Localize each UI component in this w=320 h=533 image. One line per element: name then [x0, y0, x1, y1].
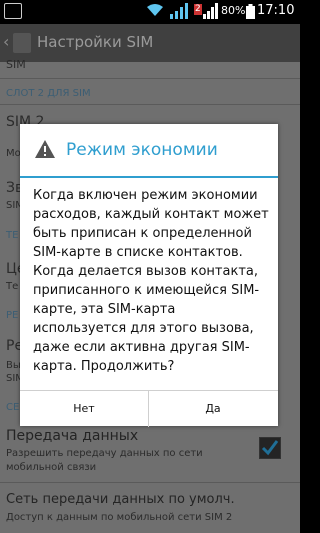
back-arrow-icon[interactable]: ‹ [3, 32, 9, 51]
signal-sim2-icon [203, 3, 218, 19]
dialog-title: Режим экономии [66, 140, 218, 160]
data-transfer-subtitle: Разрешить передачу данных по сети [6, 448, 203, 459]
dialog-buttons: Нет Да [20, 390, 278, 427]
default-data-network-subtitle: Доступ к данным по мобильной сети SIM 2 [6, 512, 233, 523]
item-re-subtitle: Вы [6, 360, 21, 371]
partial-item-sub: SIM [6, 58, 26, 71]
item-ce-subtitle: Те [6, 281, 19, 292]
sim2-indicator: 2 [194, 4, 202, 15]
divider [0, 482, 300, 483]
section-header-sim2: СЛОТ 2 ДЛЯ SIM [6, 88, 91, 99]
data-transfer-title[interactable]: Передача данных [6, 428, 138, 444]
notification-icon [4, 3, 22, 19]
clock: 17:10 [257, 3, 295, 18]
section-header-re: РЕ [6, 310, 19, 321]
status-bar: 2 80% 17:10 [0, 0, 300, 24]
battery-percent: 80% [221, 4, 246, 17]
page-title: Настройки SIM [37, 33, 154, 51]
section-header-te: ТЕ [6, 230, 19, 241]
default-data-network-title[interactable]: Сеть передачи данных по умолч. [6, 492, 235, 507]
economy-mode-dialog: Режим экономии Когда включен режим эконо… [20, 124, 278, 427]
warning-icon [35, 140, 55, 158]
dialog-title-divider [20, 176, 278, 178]
no-button[interactable]: Нет [20, 391, 149, 427]
sim-settings-app-icon[interactable] [13, 33, 31, 53]
dialog-header: Режим экономии [20, 124, 278, 176]
data-transfer-checkbox[interactable] [259, 437, 281, 459]
wifi-icon [147, 4, 163, 16]
yes-button[interactable]: Да [149, 391, 277, 427]
divider [0, 78, 300, 79]
section-header-se: СЕ [6, 402, 20, 413]
signal-sim1-icon [170, 3, 188, 19]
battery-icon [246, 4, 255, 19]
divider [0, 104, 300, 105]
checkmark-icon [261, 440, 279, 456]
action-bar: ‹ Настройки SIM [0, 24, 300, 62]
dialog-message: Когда включен режим экономии расходов, к… [33, 188, 269, 374]
item-sim2-subtitle: Мо [6, 148, 21, 159]
data-transfer-subtitle-2: мобильной связи [6, 462, 97, 473]
